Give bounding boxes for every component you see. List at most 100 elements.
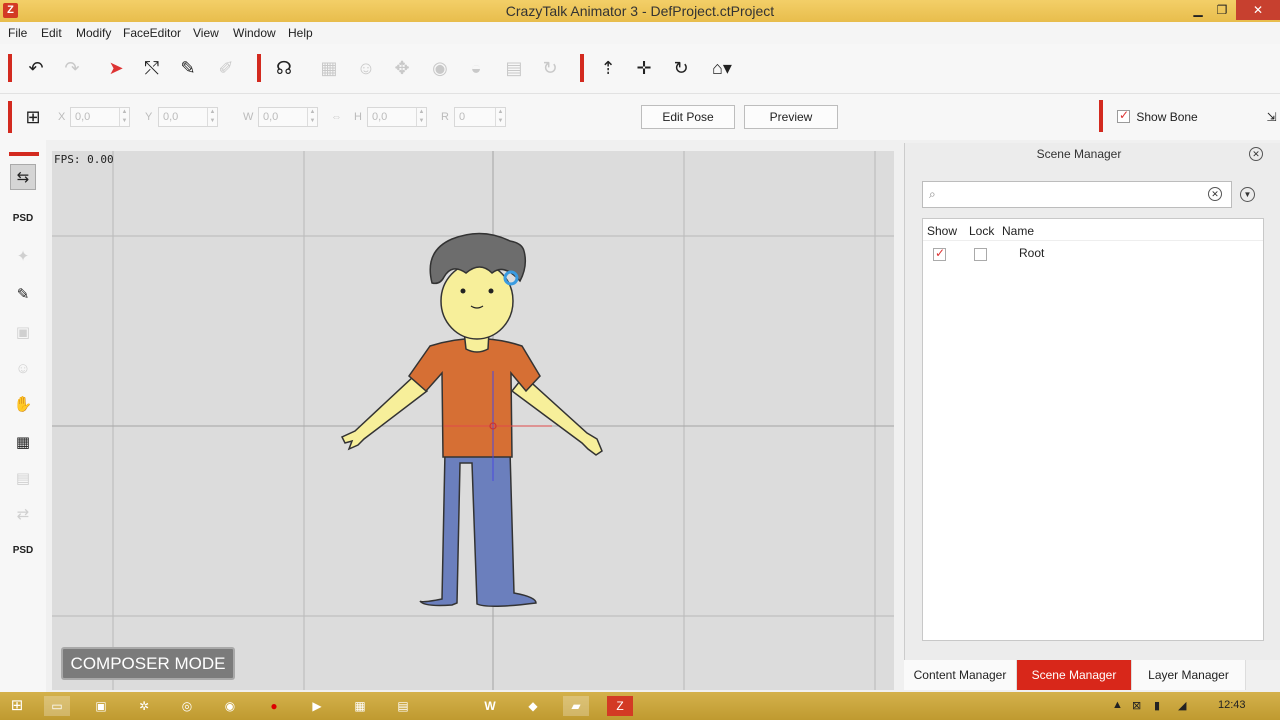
media-icon[interactable]: ▶ [304, 696, 330, 716]
y-input[interactable]: 0,0 ▲ ▼ [158, 107, 218, 127]
preview-button[interactable]: Preview [744, 105, 838, 129]
opera-icon[interactable]: ● [261, 696, 287, 716]
bone-handle[interactable] [503, 270, 519, 286]
stage-canvas[interactable]: FPS: 0.00 COMPOSER MODE [52, 151, 894, 690]
pen-icon[interactable]: ✎ [10, 282, 36, 308]
tray-arrow-icon[interactable]: ▲ [1112, 699, 1123, 711]
property-bar: ⊞ X 0,0 ▲ ▼ Y 0,0 ▲ ▼ W 0,0 ▲ ▼ ⇔ H 0,0 ▲ ▼ R 0 ▲… [0, 94, 1280, 140]
motion-icon: ↻ [542, 58, 558, 78]
network-icon[interactable]: ◢ [1178, 699, 1186, 712]
expand-icon[interactable]: ⇲ [1263, 103, 1280, 131]
manager-tabs: Content Manager Scene Manager Layer Mana… [904, 660, 1280, 690]
column-lock[interactable]: Lock [969, 224, 994, 238]
move-icon[interactable]: ✛ [630, 54, 658, 82]
toolbar-divider [580, 54, 584, 82]
head-icon[interactable]: ☊ [270, 54, 298, 82]
undo-icon[interactable]: ↶ [22, 54, 50, 82]
app-icon-4[interactable]: ▦ [347, 696, 373, 716]
menu-window[interactable]: Window [233, 26, 276, 40]
x-input[interactable]: 0,0 ▲ ▼ [70, 107, 130, 127]
tab-content-manager[interactable]: Content Manager [904, 660, 1017, 690]
panel-close-icon[interactable]: ✕ [1249, 147, 1263, 161]
edit-pose-button[interactable]: Edit Pose [641, 105, 735, 129]
clear-search-icon[interactable]: ✕ [1208, 187, 1222, 201]
row-lock-checkbox[interactable] [974, 248, 987, 261]
psd-import-icon[interactable]: PSD [10, 206, 36, 232]
propbar-divider [1099, 100, 1103, 132]
spin-arrows-icon[interactable]: ▲ ▼ [307, 108, 317, 126]
left-toolbar: ⇆ PSD ✦ ✎ ▣ ☺ ✋ ▦ ▤ ⇄ PSD [0, 140, 46, 692]
move-up-icon[interactable]: ⇡ [594, 54, 622, 82]
r-input[interactable]: 0 ▲ ▼ [454, 107, 506, 127]
character-left-arm [340, 374, 429, 451]
app-icon-2[interactable]: ✲ [131, 696, 157, 716]
head-outline-icon: ☺ [15, 360, 31, 377]
tray-icon-1[interactable]: ⊠ [1132, 699, 1141, 712]
w-input[interactable]: 0,0 ▲ ▼ [258, 107, 318, 127]
scene-manager-panel: Scene Manager ✕ ⌕ ✕ ▼ Show Lock Name Roo… [904, 143, 1280, 660]
character-root[interactable] [340, 232, 603, 607]
grid-icon: ▦ [320, 58, 338, 78]
scene-search-input[interactable]: ⌕ ✕ [922, 181, 1232, 208]
app-icon-1[interactable]: ▣ [88, 696, 114, 716]
character-head [440, 262, 514, 340]
image-icon: ▣ [15, 324, 31, 341]
stage-gap [894, 151, 904, 690]
row-name-root[interactable]: Root [1019, 246, 1044, 260]
stage-mode-icon[interactable]: ⇆ [10, 164, 36, 190]
tab-scene-manager[interactable]: Scene Manager [1017, 660, 1132, 690]
show-bone-toggle[interactable]: Show Bone [1117, 108, 1198, 126]
chrome-icon[interactable]: ◉ [217, 696, 243, 716]
tab-layer-manager[interactable]: Layer Manager [1132, 660, 1246, 690]
word-icon[interactable]: W [477, 696, 503, 716]
start-icon[interactable]: ⊞ [4, 696, 30, 716]
menu-view[interactable]: View [193, 26, 219, 40]
bone-edit-icon[interactable]: ✎ [174, 54, 202, 82]
crazytalk-window: Z CrazyTalk Animator 3 - DefProject.ctPr… [0, 0, 1280, 720]
grid-layout-icon[interactable]: ⊞ [19, 103, 47, 131]
tray-icon-2[interactable]: ▮ [1154, 699, 1160, 712]
select-arrow-icon[interactable]: ➤ [102, 54, 130, 82]
character-left-eye [460, 288, 466, 294]
rotate-icon[interactable]: ↻ [667, 54, 695, 82]
y-value: 0,0 [163, 111, 179, 123]
home-dropdown-icon[interactable]: ⌂▾ [704, 54, 740, 82]
menu-file[interactable]: File [8, 26, 27, 40]
file-explorer-icon[interactable]: ▭ [44, 696, 70, 716]
column-name[interactable]: Name [1002, 224, 1034, 238]
menu-edit[interactable]: Edit [41, 26, 62, 40]
spin-arrows-icon[interactable]: ▲ ▼ [119, 108, 129, 126]
eye-icon: ◉ [432, 58, 448, 78]
close-button[interactable]: ✕ [1236, 0, 1280, 20]
maximize-button[interactable]: ❐ [1212, 0, 1232, 20]
notes-icon[interactable]: ▤ [390, 696, 416, 716]
psd-export-icon[interactable]: PSD [10, 538, 36, 564]
menu-modify[interactable]: Modify [76, 26, 111, 40]
row-show-checkbox[interactable] [933, 246, 946, 261]
h-label: H [354, 111, 362, 123]
redo-icon: ↷ [64, 58, 80, 78]
sprite-grid-icon[interactable]: ▦ [10, 430, 36, 456]
transform-icon[interactable]: ⤲ [138, 54, 166, 82]
menu-faceeditor[interactable]: FaceEditor [123, 26, 181, 40]
h-input[interactable]: 0,0 ▲ ▼ [367, 107, 427, 127]
stage-svg [52, 151, 894, 690]
spin-arrows-icon[interactable]: ▲ ▼ [495, 108, 505, 126]
spin-arrows-icon[interactable]: ▲ ▼ [207, 108, 217, 126]
minimize-button[interactable]: ▁ [1188, 0, 1208, 20]
show-bone-label: Show Bone [1136, 110, 1198, 124]
filter-dropdown-icon[interactable]: ▼ [1240, 187, 1255, 202]
actor-icon: ✦ [16, 248, 30, 265]
app-icon-3[interactable]: ◎ [174, 696, 200, 716]
composer-mode-badge[interactable]: COMPOSER MODE [61, 647, 235, 680]
scene-manager-title: Scene Manager [1036, 147, 1122, 161]
x-label: X [58, 111, 66, 123]
crazytalk-taskbar-icon[interactable]: Z [607, 696, 633, 716]
window-title: CrazyTalk Animator 3 - DefProject.ctProj… [505, 3, 775, 19]
app-icon-5[interactable]: ◆ [520, 696, 546, 716]
show-bone-checkbox[interactable] [1117, 108, 1130, 123]
column-show[interactable]: Show [927, 224, 957, 238]
menu-help[interactable]: Help [288, 26, 313, 40]
app-icon-6[interactable]: ▰ [563, 696, 589, 716]
spin-arrows-icon[interactable]: ▲ ▼ [416, 108, 426, 126]
